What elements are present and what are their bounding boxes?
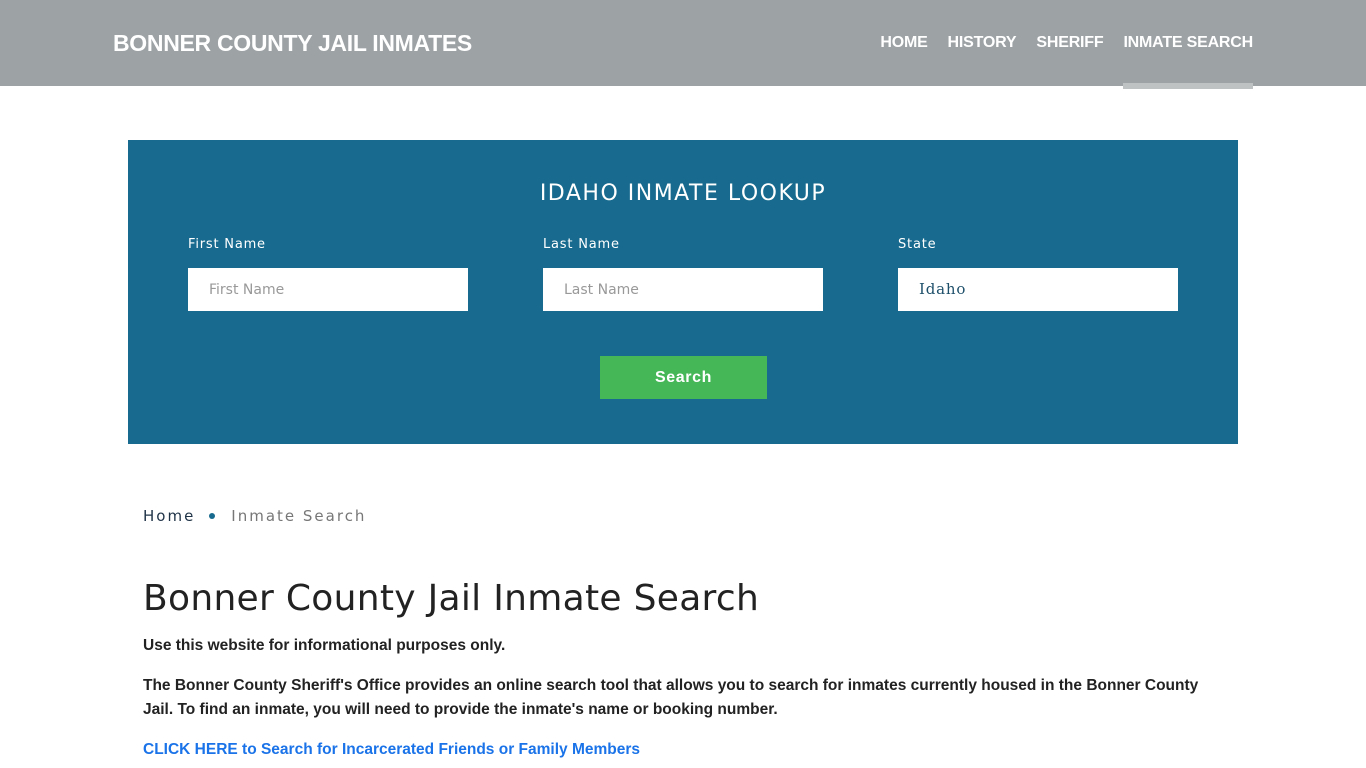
site-brand-link[interactable]: BONNER COUNTY JAIL INMATES [113,30,472,57]
last-name-label: Last Name [543,237,620,252]
last-name-input[interactable] [543,268,823,311]
breadcrumb-separator-icon [209,513,216,519]
search-friends-family-link[interactable]: CLICK HERE to Search for Incarcerated Fr… [143,738,640,762]
disclaimer-text: Use this website for informational purpo… [143,637,506,654]
intro-text: The Bonner County Sheriff's Office provi… [143,677,1199,718]
state-label: State [898,237,937,252]
nav-sheriff[interactable]: SHERIFF [1036,0,1103,86]
first-name-label: First Name [188,237,266,252]
page-title: Bonner County Jail Inmate Search [143,578,760,619]
nav-home[interactable]: HOME [880,0,927,86]
breadcrumb-home-link[interactable]: Home [143,507,195,525]
state-select[interactable]: Idaho [898,268,1178,311]
first-name-input[interactable] [188,268,468,311]
nav-history[interactable]: HISTORY [948,0,1017,86]
site-header: BONNER COUNTY JAIL INMATES HOME HISTORY … [0,0,1366,89]
main-nav: HOME HISTORY SHERIFF INMATE SEARCH [860,0,1253,89]
breadcrumb: Home Inmate Search [143,507,366,525]
search-button[interactable]: Search [600,356,767,399]
nav-inmate-search[interactable]: INMATE SEARCH [1123,0,1253,89]
lookup-title: IDAHO INMATE LOOKUP [539,181,827,206]
breadcrumb-current: Inmate Search [231,507,367,525]
